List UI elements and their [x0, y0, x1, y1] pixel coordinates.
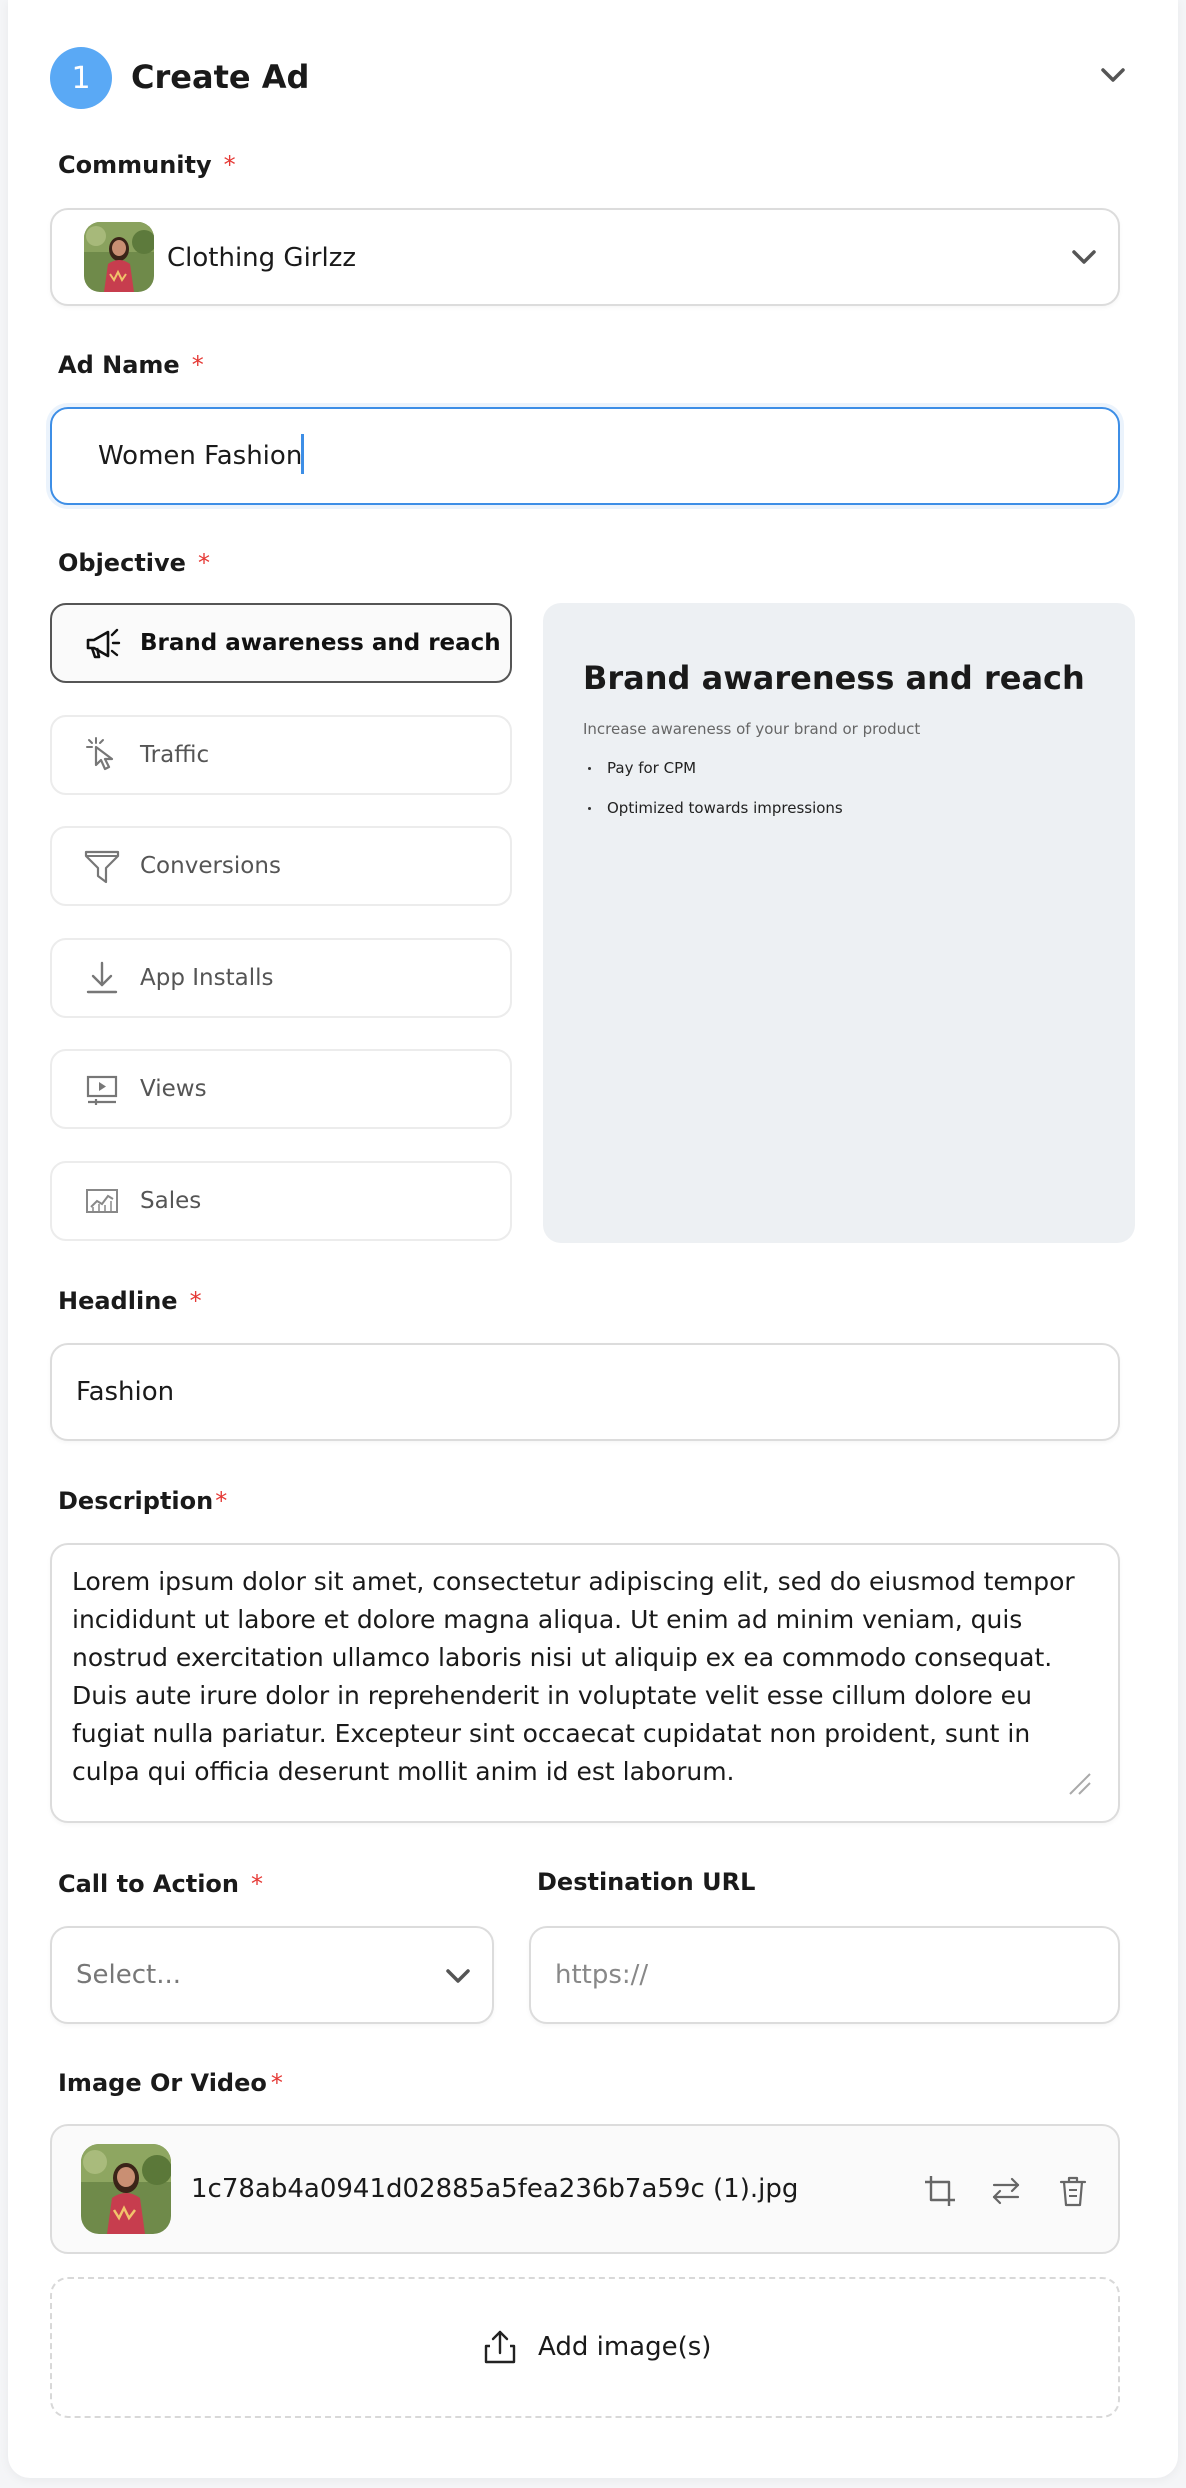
objective-option-label: Brand awareness and reach — [140, 630, 501, 656]
play-screen-icon — [86, 1075, 118, 1105]
swap-icon[interactable] — [988, 2173, 1024, 2209]
objective-detail-subtitle: Increase awareness of your brand or prod… — [583, 720, 921, 738]
headline-value: Fashion — [76, 1377, 175, 1407]
chevron-down-icon[interactable] — [1098, 62, 1128, 88]
ad-name-value: Women Fashion — [98, 441, 303, 471]
card-title: Create Ad — [131, 58, 310, 96]
description-value: Lorem ipsum dolor sit amet, consectetur … — [72, 1567, 1075, 1786]
add-image-label[interactable]: Add image(s) — [538, 2329, 711, 2365]
destination-url-label: Destination URL — [537, 1868, 756, 1896]
community-label: Community * — [58, 151, 236, 179]
objective-option-app-installs[interactable]: App Installs — [50, 938, 512, 1018]
objective-detail-bullet: Pay for CPM — [587, 757, 696, 779]
step-number-badge: 1 — [50, 47, 112, 109]
upload-icon — [484, 2330, 516, 2364]
objective-option-traffic[interactable]: Traffic — [50, 715, 512, 795]
crop-icon[interactable] — [922, 2173, 958, 2209]
objective-option-views[interactable]: Views — [50, 1049, 512, 1129]
description-label: Description* — [58, 1487, 228, 1515]
resize-handle-icon[interactable] — [1066, 1770, 1094, 1798]
objective-option-brand-awareness[interactable]: Brand awareness and reach — [50, 603, 512, 683]
pointer-click-icon — [86, 737, 114, 771]
megaphone-icon — [86, 628, 121, 659]
media-file-name: 1c78ab4a0941d02885a5fea236b7a59c (1).jpg — [191, 2174, 799, 2204]
sales-chart-icon — [86, 1189, 118, 1213]
ad-name-label: Ad Name * — [58, 351, 204, 379]
trash-icon[interactable] — [1055, 2173, 1091, 2209]
funnel-icon — [84, 850, 120, 884]
community-selected-value: Clothing Girlzz — [167, 243, 357, 273]
objective-option-label: Views — [140, 1076, 207, 1102]
objective-option-label: Conversions — [140, 853, 281, 879]
objective-option-sales[interactable]: Sales — [50, 1161, 512, 1241]
call-to-action-label: Call to Action * — [58, 1870, 264, 1898]
objective-option-label: Traffic — [140, 742, 210, 768]
headline-label: Headline * — [58, 1287, 202, 1315]
chevron-down-icon[interactable] — [1069, 244, 1099, 270]
media-label: Image Or Video * — [58, 2069, 283, 2097]
objective-label: Objective * — [58, 549, 210, 577]
text-caret — [301, 434, 304, 474]
objective-detail-title: Brand awareness and reach — [583, 659, 1085, 697]
objective-detail-panel — [543, 603, 1135, 1243]
objective-option-label: Sales — [140, 1188, 202, 1214]
headline-input[interactable] — [50, 1343, 1120, 1441]
community-avatar — [84, 222, 154, 292]
objective-option-conversions[interactable]: Conversions — [50, 826, 512, 906]
call-to-action-value: Select... — [76, 1960, 182, 1990]
objective-option-label: App Installs — [140, 965, 274, 991]
chevron-down-icon[interactable] — [443, 1963, 473, 1989]
download-icon — [86, 961, 118, 994]
media-thumbnail — [81, 2144, 171, 2234]
objective-detail-bullet: Optimized towards impressions — [588, 797, 843, 819]
destination-url-placeholder: https:// — [555, 1960, 649, 1990]
